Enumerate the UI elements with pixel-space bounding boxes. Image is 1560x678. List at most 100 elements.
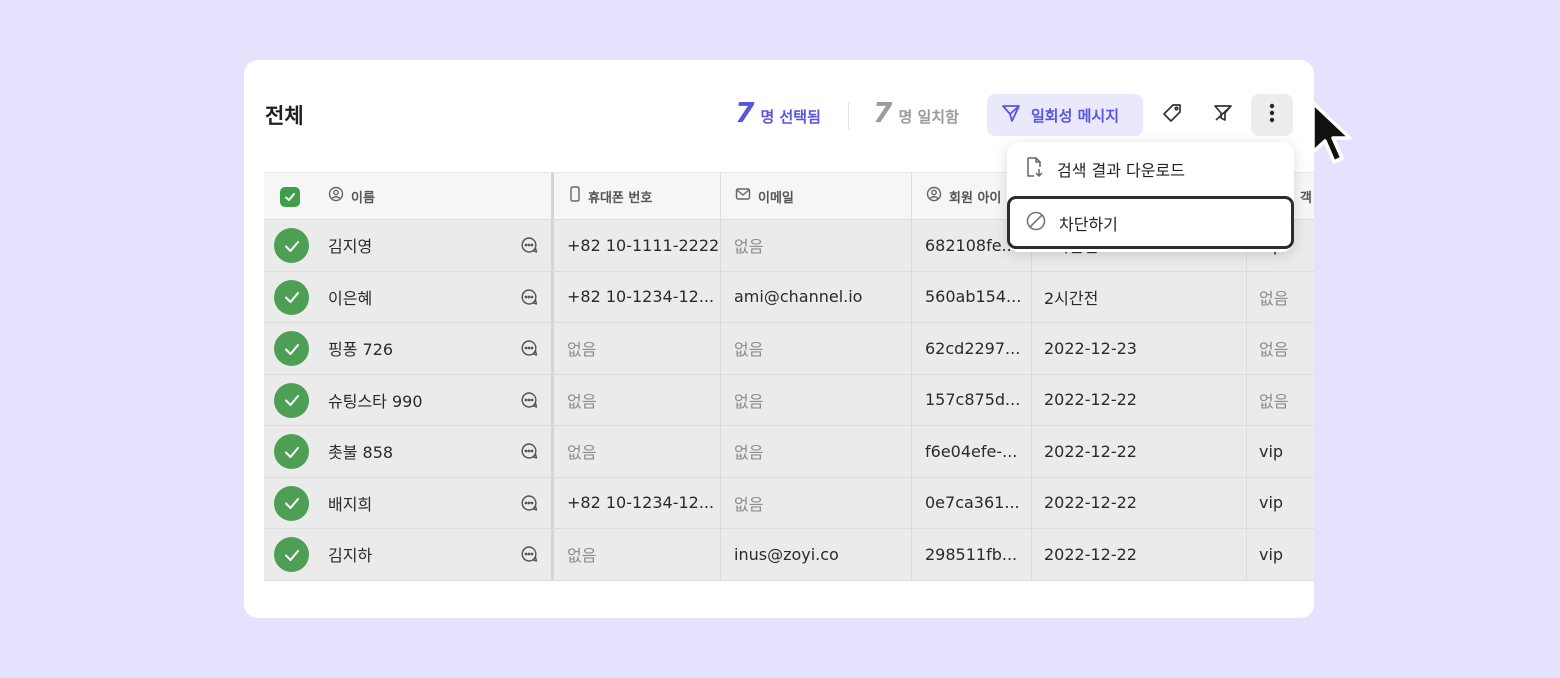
cell-phone: 없음 (567, 546, 597, 566)
tag-icon (1161, 102, 1183, 128)
cell-member-id: 298511fb... (925, 544, 1018, 564)
cell-phone: +82 10-1234-12... (567, 493, 715, 513)
cell-name: 김지하 (328, 546, 373, 566)
column-header-phone[interactable]: 휴대폰 번호 (569, 173, 652, 219)
filter-clear-button[interactable] (1202, 94, 1244, 136)
cell-phone: +82 10-1111-2222 (567, 235, 720, 255)
chat-icon[interactable] (520, 391, 538, 413)
cell-member-id: 157c875d... (925, 390, 1021, 410)
column-divider (911, 529, 912, 580)
page-title: 전체 (265, 104, 304, 128)
column-divider (1246, 374, 1247, 425)
chat-icon[interactable] (520, 288, 538, 310)
column-header-member-id[interactable]: 회원 아이 (926, 173, 1001, 219)
matched-count-label: 명 일치함 (898, 108, 959, 126)
column-divider (911, 374, 912, 425)
column-divider (911, 220, 912, 271)
table-row[interactable]: 슈팅스타 990 없음 없음 157c875d... 2022-12-22 없음 (264, 374, 1314, 426)
row-checkbox[interactable] (274, 331, 309, 366)
menu-item-block[interactable]: 차단하기 (1007, 196, 1294, 249)
cell-member-id: 0e7ca361... (925, 493, 1020, 513)
cell-member-id: 560ab154... (925, 287, 1022, 307)
tag-button[interactable] (1151, 94, 1193, 136)
column-divider (911, 323, 912, 374)
cell-email: 없음 (734, 340, 764, 360)
table-row[interactable]: 이은혜 +82 10-1234-12... ami@channel.io 560ab1… (264, 271, 1314, 323)
send-icon (1001, 103, 1021, 127)
column-divider (1031, 426, 1032, 477)
cell-tag: vip (1259, 544, 1284, 564)
cell-name: 배지희 (328, 494, 373, 514)
column-divider (720, 173, 721, 219)
selected-count-number: 7 (735, 96, 755, 129)
cell-name: 김지영 (328, 237, 373, 257)
one-time-message-button[interactable]: 일회성 메시지 (987, 94, 1143, 136)
column-header-name[interactable]: 이름 (328, 173, 375, 219)
table-row[interactable]: 김지하 없음 inus@zoyi.co 298511fb... 2022-12-22 vi… (264, 529, 1314, 581)
cell-name: 촛불 858 (328, 443, 394, 463)
cell-last-seen: 2022-12-23 (1044, 338, 1137, 358)
more-vertical-icon (1268, 102, 1276, 128)
table-row[interactable]: 촛불 858 없음 없음 f6e04efe-... 2022-12-22 vip (264, 426, 1314, 478)
cell-email: ami@channel.io (734, 287, 863, 307)
column-divider (911, 477, 912, 528)
row-checkbox[interactable] (274, 228, 309, 263)
column-divider (911, 271, 912, 322)
row-checkbox[interactable] (274, 382, 309, 418)
user-circle-icon (926, 186, 942, 206)
column-divider (911, 173, 912, 219)
row-checkbox[interactable] (274, 485, 309, 521)
column-header-customer[interactable]: 객 (1300, 173, 1312, 219)
row-checkbox[interactable] (274, 434, 309, 469)
user-circle-icon (328, 186, 344, 206)
column-divider (720, 220, 721, 271)
cell-tag: 없음 (1259, 391, 1289, 411)
column-divider (720, 426, 721, 477)
one-time-message-label: 일회성 메시지 (1031, 106, 1120, 125)
cell-last-seen: 2022-12-22 (1044, 441, 1137, 461)
chat-icon[interactable] (520, 545, 538, 567)
column-divider (911, 426, 912, 477)
cell-tag: 없음 (1259, 340, 1289, 360)
column-divider (1031, 529, 1032, 580)
cell-tag: vip (1259, 441, 1284, 461)
mouse-cursor-icon (1310, 100, 1356, 172)
column-divider (551, 220, 554, 271)
cell-last-seen: 2022-12-22 (1044, 544, 1137, 564)
column-divider (1031, 323, 1032, 374)
column-header-label: 휴대폰 번호 (588, 190, 653, 206)
column-divider (551, 173, 554, 219)
more-options-menu: 검색 결과 다운로드 차단하기 (1007, 142, 1294, 252)
mail-icon (735, 187, 751, 205)
column-divider (720, 271, 721, 322)
cell-last-seen: 2시간전 (1044, 288, 1099, 308)
column-divider (551, 271, 554, 322)
column-divider (720, 477, 721, 528)
table-row[interactable]: 핑퐁 726 없음 없음 62cd2297... 2022-12-23 없음 (264, 323, 1314, 375)
column-divider (1246, 271, 1247, 322)
chat-icon[interactable] (520, 236, 538, 258)
chat-icon[interactable] (520, 339, 538, 361)
more-options-button[interactable] (1251, 94, 1293, 136)
row-checkbox[interactable] (274, 279, 309, 315)
cell-email: 없음 (734, 391, 764, 411)
column-divider (1031, 271, 1032, 322)
column-divider (720, 374, 721, 425)
column-divider (551, 529, 554, 580)
filter-off-icon (1212, 102, 1234, 128)
chat-icon[interactable] (520, 442, 538, 464)
column-header-email[interactable]: 이메일 (735, 173, 794, 219)
table-row[interactable]: 배지희 +82 10-1234-12... 없음 0e7ca361... 2022-12… (264, 477, 1314, 529)
cell-phone: 없음 (567, 443, 597, 463)
divider (848, 102, 849, 130)
block-icon (1025, 210, 1047, 236)
row-checkbox[interactable] (274, 537, 309, 572)
chat-icon[interactable] (520, 494, 538, 516)
column-divider (720, 529, 721, 580)
select-all-checkbox[interactable] (280, 187, 300, 207)
cell-last-seen: 2022-12-22 (1044, 493, 1137, 513)
selected-count: 7 명 선택됨 (735, 96, 821, 129)
cell-phone: 없음 (567, 340, 597, 360)
menu-item-download-results[interactable]: 검색 결과 다운로드 (1007, 156, 1294, 182)
column-header-label: 이메일 (758, 190, 794, 206)
